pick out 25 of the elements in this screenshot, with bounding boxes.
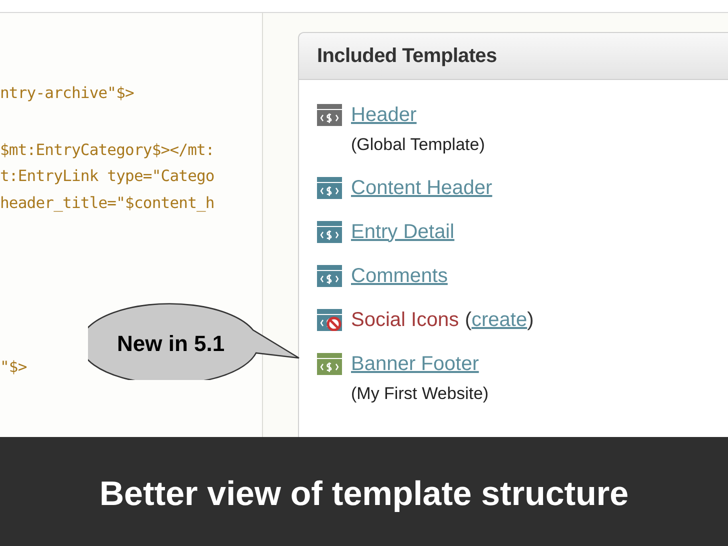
caption: Better view of template structure: [99, 474, 629, 515]
template-icon: [317, 104, 342, 126]
template-icon: [317, 352, 342, 374]
template-link[interactable]: Content Header: [351, 172, 492, 202]
code-line: t:EntryLink type="Catego: [0, 166, 216, 187]
template-link[interactable]: Comments: [351, 260, 448, 290]
parenthesis: ): [527, 308, 534, 332]
code-line: $mt:EntryCategory$></mt:: [0, 140, 216, 160]
template-note: (My First Website): [351, 382, 490, 404]
code-line: "$>: [0, 357, 28, 378]
template-link[interactable]: Entry Detail: [351, 216, 454, 246]
template-icon: [317, 220, 342, 242]
template-link[interactable]: Header: [351, 100, 417, 130]
template-name: Social Icons: [351, 308, 459, 332]
parenthesis: (: [464, 308, 472, 332]
template-missing-icon: [317, 308, 342, 330]
template-link[interactable]: Banner Footer: [351, 348, 479, 378]
template-icon: [317, 176, 342, 198]
code-line: ntry-archive"$>: [0, 83, 135, 104]
create-link[interactable]: create: [472, 304, 528, 334]
callout-text: New in 5.1: [117, 330, 225, 358]
template-icon: [317, 264, 342, 286]
template-note: (Global Template): [351, 134, 486, 156]
panel-title: Included Templates: [317, 44, 497, 69]
code-line: header_title="$content_h: [0, 192, 216, 214]
